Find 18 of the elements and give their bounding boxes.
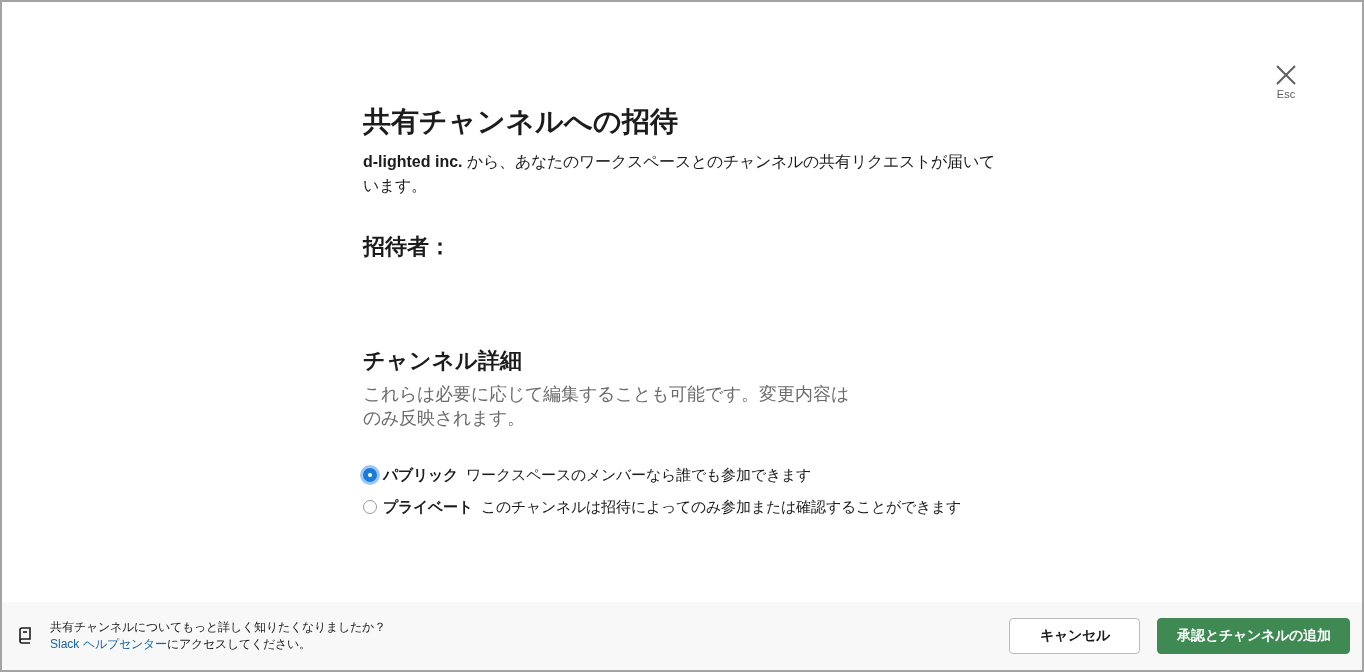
cancel-button[interactable]: キャンセル xyxy=(1009,618,1140,654)
option-text: プライベート このチャンネルは招待によってのみ参加または確認することができます xyxy=(383,497,962,517)
help-text: Slack ヘルプセンターにアクセスしてください。 xyxy=(50,636,312,653)
close-button[interactable]: Esc xyxy=(1275,64,1297,100)
invite-message: d-lighted inc. から、あなたのワークスペースとのチャンネルの共有リクエストが届いています。 xyxy=(363,152,996,196)
details-heading: チャンネル詳細 xyxy=(363,347,523,375)
close-icon xyxy=(1275,64,1297,86)
help-question: 共有チャンネルについてもっと詳しく知りたくなりましたか？ xyxy=(50,619,386,636)
help-link[interactable]: Slack ヘルプセンター xyxy=(50,637,167,651)
inviter-heading: 招待者： xyxy=(363,233,452,261)
radio-button[interactable] xyxy=(363,500,377,514)
dialog-title: 共有チャンネルへの招待 xyxy=(363,105,679,139)
details-note: これらは必要に応じて編集することも可能です。変更内容はのみ反映されます。 xyxy=(363,383,850,430)
option-text: パブリック ワークスペースのメンバーなら誰でも参加できます xyxy=(383,465,812,485)
radio-button[interactable] xyxy=(363,468,377,482)
esc-label: Esc xyxy=(1276,88,1296,100)
accept-button[interactable]: 承認とチャンネルの追加 xyxy=(1157,618,1350,654)
book-icon xyxy=(18,627,32,645)
